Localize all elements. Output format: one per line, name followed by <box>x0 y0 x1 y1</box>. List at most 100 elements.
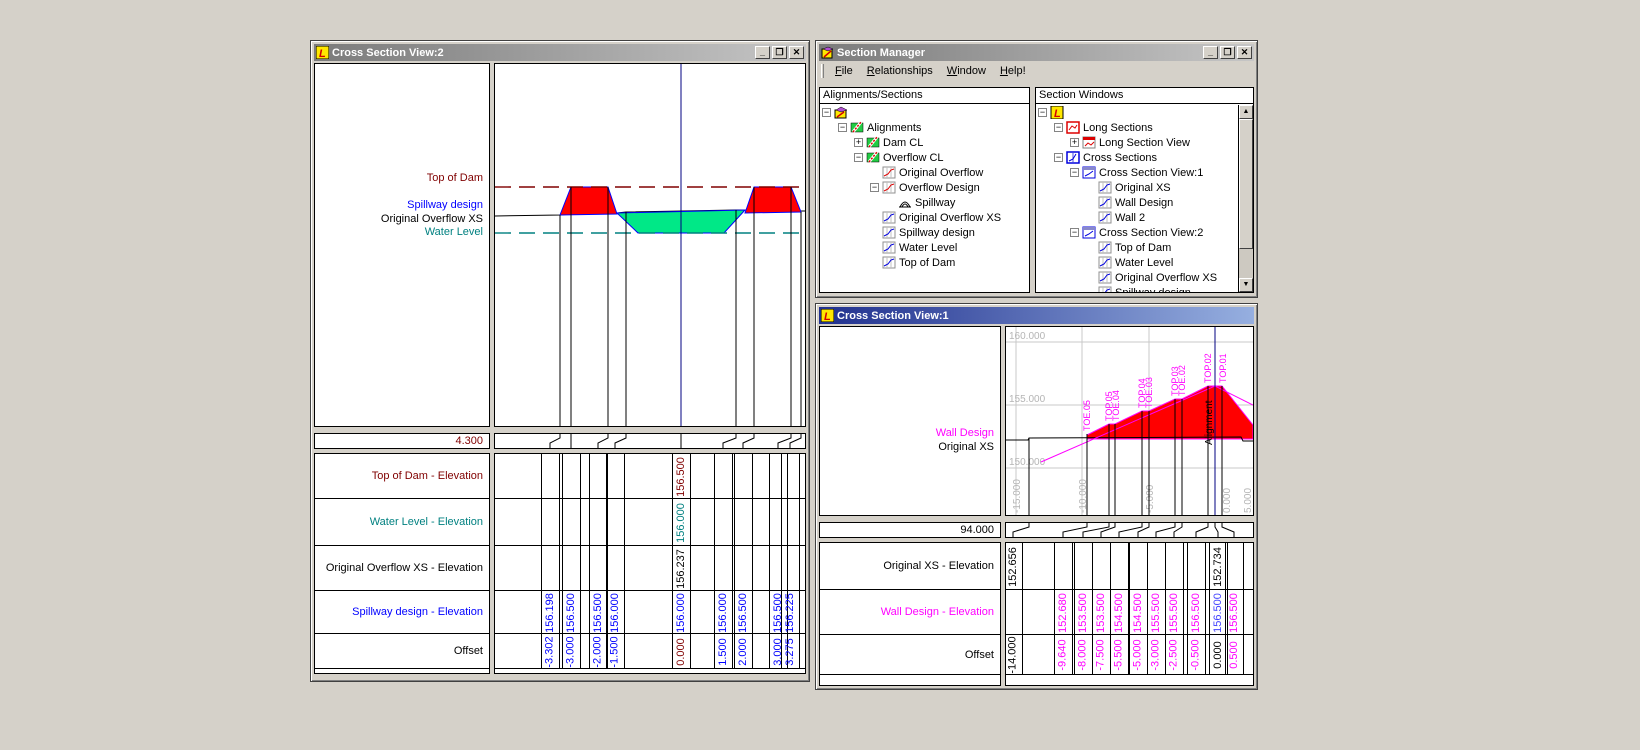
cross-section-icon <box>1098 241 1112 254</box>
app-logo-icon: L <box>821 309 834 322</box>
cross-section-icon <box>882 226 896 239</box>
tree-item-label: Original Overflow XS <box>899 212 1001 224</box>
close-button[interactable]: ✕ <box>789 46 804 59</box>
legend-original-overflow-xs: Original Overflow XS <box>381 213 483 225</box>
collapse-minus-icon[interactable]: − <box>822 108 831 117</box>
csv1-drawing-pane[interactable]: 160.000 155.000 150.000 -15.000 -10.000 … <box>1005 326 1254 516</box>
tree-item-long-section-view[interactable]: + Long Section View <box>1036 135 1253 150</box>
tree-item-cross-sections[interactable]: −Cross Sections <box>1036 150 1253 165</box>
tree-item-overflow-design[interactable]: −Overflow Design <box>820 180 1029 195</box>
tree-item-cross-section-view-2[interactable]: −Cross Section View:2 <box>1036 225 1253 240</box>
csv1-leader-band <box>1005 522 1254 538</box>
elevation-value: 156.198 <box>541 591 559 634</box>
window-cross-section-view-1: L Cross Section View:1 Wall DesignOrigin… <box>815 303 1258 690</box>
tree-item-label: Dam CL <box>883 137 923 149</box>
minimize-button[interactable]: _ <box>755 46 770 59</box>
tree-item-label: Wall Design <box>1115 197 1173 209</box>
tree-item-label: Original XS <box>1115 182 1171 194</box>
table-column-line <box>1183 543 1184 675</box>
legend-wall-design: Wall Design <box>936 427 994 439</box>
table-row-label-offset: Offset <box>315 634 489 669</box>
collapse-minus-icon[interactable]: − <box>1038 108 1047 117</box>
menu-help[interactable]: Help! <box>993 63 1033 79</box>
tree-root[interactable]: − <box>820 105 1029 120</box>
alignments-tree: −−Alignments+Dam CL−Overflow CLOriginal … <box>820 105 1029 292</box>
cross-section-icon <box>882 211 896 224</box>
maximize-button[interactable]: ❐ <box>772 46 787 59</box>
collapse-minus-icon[interactable]: − <box>1054 153 1063 162</box>
tree-item-spillway-design[interactable]: Spillway design <box>1036 285 1253 292</box>
csv2-drawing-pane[interactable] <box>494 63 806 427</box>
csv2-leader-band <box>494 433 806 449</box>
tree-item-spillway[interactable]: Spillway <box>820 195 1029 210</box>
expand-plus-icon[interactable]: + <box>854 138 863 147</box>
tree-item-label: Long Section View <box>1099 137 1190 149</box>
tree-item-water-level[interactable]: Water Level <box>820 240 1029 255</box>
collapse-minus-icon[interactable]: − <box>870 183 879 192</box>
elevation-value: 156.000 <box>714 591 732 634</box>
menu-file[interactable]: File <box>828 63 860 79</box>
collapse-minus-icon[interactable]: − <box>1070 228 1079 237</box>
collapse-minus-icon[interactable]: − <box>838 123 847 132</box>
tree-item-original-xs[interactable]: Original XS <box>1036 180 1253 195</box>
tree-item-alignments[interactable]: −Alignments <box>820 120 1029 135</box>
wall-point-label: TOP.01 <box>1218 353 1228 383</box>
cross-section-icon <box>1098 256 1112 269</box>
close-button[interactable]: ✕ <box>1237 46 1252 59</box>
csv1-titlebar[interactable]: L Cross Section View:1 <box>819 307 1254 324</box>
tree-item-original-overflow-xs[interactable]: Original Overflow XS <box>1036 270 1253 285</box>
cross-section-window-icon <box>1082 166 1096 179</box>
scrollbar-thumb[interactable] <box>1239 119 1253 249</box>
tree-item-spillway-design[interactable]: Spillway design <box>820 225 1029 240</box>
tree-item-original-overflow[interactable]: Original Overflow <box>820 165 1029 180</box>
offset-value: -8.000 <box>1074 635 1092 675</box>
offset-value: -2.500 <box>1165 635 1183 675</box>
tree-item-wall-design[interactable]: Wall Design <box>1036 195 1253 210</box>
tree-item-wall-2[interactable]: Wall 2 <box>1036 210 1253 225</box>
elevation-value: 156.000 <box>606 591 624 634</box>
table-column-line <box>752 454 753 669</box>
table-column-line <box>1022 543 1023 675</box>
tree-item-long-sections[interactable]: −Long Sections <box>1036 120 1253 135</box>
scroll-up-icon[interactable]: ▲ <box>1239 105 1253 119</box>
maximize-button[interactable]: ❐ <box>1220 46 1235 59</box>
table-column-line <box>690 454 691 669</box>
tree-item-top-of-dam[interactable]: Top of Dam <box>820 255 1029 270</box>
collapse-minus-icon[interactable]: − <box>1070 168 1079 177</box>
alignments-sections-panel: Alignments/Sections −−Alignments+Dam CL−… <box>819 87 1030 293</box>
tree-root[interactable]: −L <box>1036 105 1253 120</box>
offset-value: -14.000 <box>1005 635 1022 675</box>
minimize-button[interactable]: _ <box>1203 46 1218 59</box>
long-sections-icon <box>1066 121 1080 134</box>
collapse-minus-icon[interactable]: − <box>1054 123 1063 132</box>
tree-item-original-overflow-xs[interactable]: Original Overflow XS <box>820 210 1029 225</box>
table-row-label-wall-design-elevation: Wall Design - Elevation <box>820 590 1000 635</box>
collapse-minus-icon[interactable]: − <box>854 153 863 162</box>
menu-relationships[interactable]: Relationships <box>860 63 940 79</box>
menu-window[interactable]: Window <box>940 63 993 79</box>
cross-section-icon <box>1098 271 1112 284</box>
tree-scrollbar[interactable]: ▲ ▼ <box>1238 105 1253 292</box>
elevation-grid-label: 150.000 <box>1009 457 1046 468</box>
csv2-chainage-box: 4.300 <box>314 433 490 449</box>
scroll-down-icon[interactable]: ▼ <box>1239 278 1253 292</box>
svg-text:L: L <box>824 311 831 322</box>
section-manager-titlebar[interactable]: Section Manager _ ❐ ✕ <box>819 44 1254 61</box>
offset-value: 3.275 <box>781 634 799 669</box>
table-row-label-offset: Offset <box>820 635 1000 675</box>
table-column-line <box>624 454 625 669</box>
legend-water-level: Water Level <box>425 226 483 238</box>
tree-item-top-of-dam[interactable]: Top of Dam <box>1036 240 1253 255</box>
table-column-line <box>799 454 800 669</box>
tree-item-cross-section-view-1[interactable]: −Cross Section View:1 <box>1036 165 1253 180</box>
offset-value: 2.000 <box>734 634 752 669</box>
csv2-titlebar[interactable]: L Cross Section View:2 _ ❐ ✕ <box>314 44 806 61</box>
tree-item-water-level[interactable]: Water Level <box>1036 255 1253 270</box>
tree-item-dam-cl[interactable]: + Dam CL <box>820 135 1029 150</box>
expand-plus-icon[interactable]: + <box>1070 138 1079 147</box>
tree-item-overflow-cl[interactable]: −Overflow CL <box>820 150 1029 165</box>
menu-grip-handle[interactable] <box>821 64 824 78</box>
elevation-value: 154.500 <box>1110 590 1128 635</box>
offset-value: -0.500 <box>1187 635 1205 675</box>
wall-point-label: TOP.02 <box>1203 353 1213 383</box>
